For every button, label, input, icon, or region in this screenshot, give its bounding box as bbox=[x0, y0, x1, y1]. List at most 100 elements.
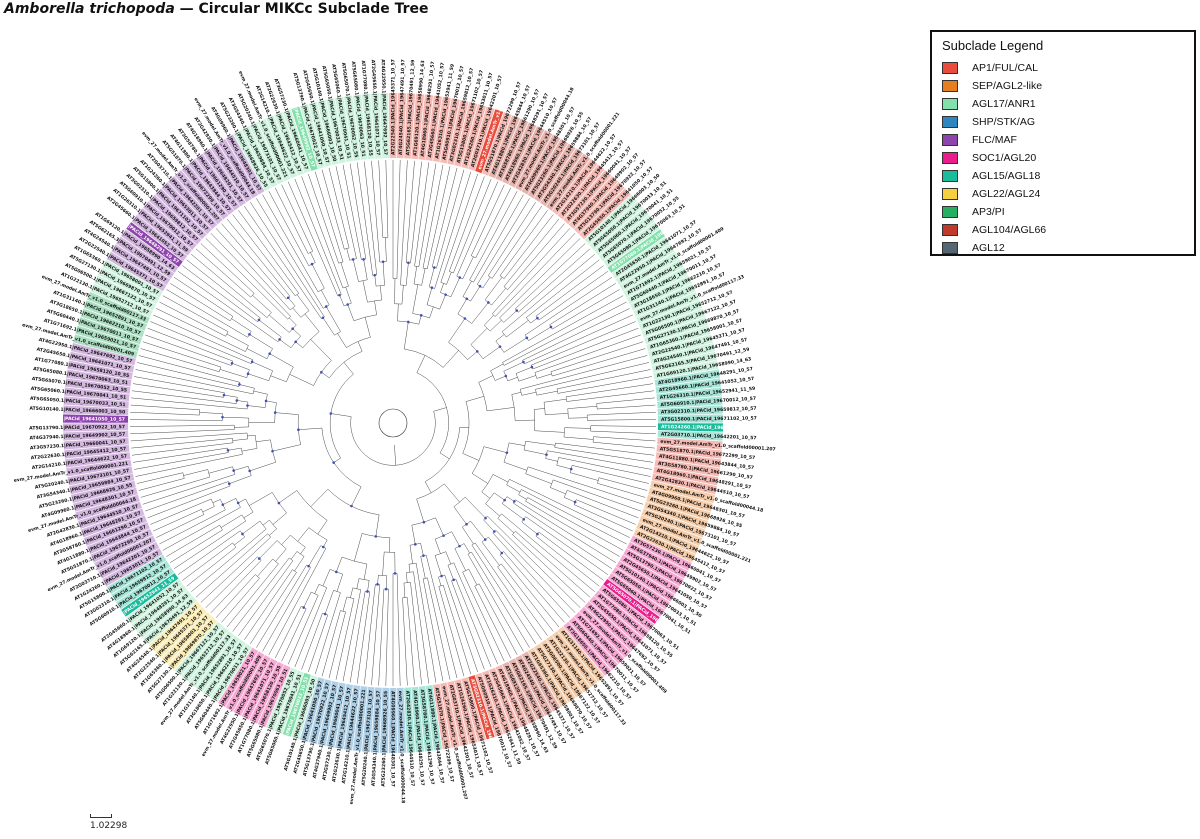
branch bbox=[170, 529, 223, 563]
branch bbox=[288, 595, 319, 665]
node-support-dot bbox=[545, 453, 548, 456]
branch bbox=[166, 289, 248, 338]
branch bbox=[499, 210, 548, 276]
branch bbox=[130, 419, 223, 421]
branch bbox=[362, 280, 368, 303]
node-support-dot bbox=[335, 570, 338, 574]
branch bbox=[520, 355, 648, 390]
branch bbox=[547, 450, 652, 470]
legend-label: SEP/AGL2-like bbox=[972, 80, 1043, 92]
branch bbox=[553, 479, 641, 512]
branch bbox=[439, 452, 450, 460]
branch bbox=[511, 392, 522, 395]
branch bbox=[471, 544, 536, 645]
branch bbox=[210, 560, 262, 613]
branch bbox=[266, 400, 277, 403]
branch bbox=[156, 308, 246, 352]
branch bbox=[509, 479, 630, 538]
branch bbox=[465, 396, 485, 402]
branch bbox=[536, 390, 558, 396]
node-support-dot bbox=[222, 393, 226, 397]
branch bbox=[552, 348, 646, 377]
branch-arc bbox=[329, 373, 354, 459]
branch bbox=[418, 315, 422, 325]
branch bbox=[564, 427, 591, 429]
branch bbox=[150, 321, 252, 364]
branch bbox=[159, 301, 226, 337]
legend-label: AGL22/AGL24 bbox=[972, 188, 1041, 200]
branch bbox=[411, 525, 416, 545]
node-support-dot bbox=[257, 557, 261, 560]
branch bbox=[545, 458, 558, 462]
branch bbox=[241, 448, 258, 452]
branch bbox=[453, 506, 467, 525]
branch bbox=[501, 563, 554, 632]
node-support-dot bbox=[297, 428, 300, 432]
branch bbox=[166, 525, 220, 557]
branch bbox=[130, 429, 235, 434]
legend-item: SHP/STK/AG bbox=[942, 114, 1035, 130]
branch bbox=[301, 176, 344, 289]
node-support-dot bbox=[350, 504, 353, 508]
legend-label: AP3/PI bbox=[972, 206, 1005, 218]
branch bbox=[290, 551, 298, 560]
node-support-dot bbox=[338, 293, 341, 297]
branch bbox=[503, 218, 560, 287]
branch bbox=[425, 554, 458, 679]
branch bbox=[156, 514, 205, 538]
branch bbox=[340, 262, 349, 287]
branch bbox=[515, 366, 533, 374]
branch bbox=[527, 466, 644, 505]
branch bbox=[289, 374, 314, 386]
legend-item: AGL15/AGL18 bbox=[942, 168, 1040, 184]
branch bbox=[363, 564, 368, 580]
branch bbox=[256, 198, 324, 309]
node-support-dot bbox=[493, 530, 496, 533]
branch bbox=[308, 545, 321, 567]
branch bbox=[342, 596, 348, 612]
branch bbox=[382, 261, 385, 286]
branch bbox=[413, 571, 430, 684]
branch bbox=[275, 187, 309, 254]
branch bbox=[137, 472, 183, 484]
node-support-dot bbox=[248, 333, 251, 336]
branch bbox=[507, 377, 518, 382]
legend-item: AGL17/ANR1 bbox=[942, 96, 1036, 112]
branch bbox=[247, 373, 269, 381]
node-support-dot bbox=[291, 327, 294, 330]
node-support-dot bbox=[324, 305, 328, 308]
node-support-dot bbox=[530, 365, 534, 369]
node-support-dot bbox=[278, 338, 281, 341]
branch bbox=[470, 520, 486, 540]
branch bbox=[487, 201, 536, 276]
branch bbox=[342, 164, 362, 260]
branch bbox=[431, 167, 458, 268]
root-circle bbox=[378, 408, 408, 438]
legend-label: AGL104/AGL66 bbox=[972, 224, 1047, 236]
branch bbox=[278, 490, 297, 504]
branch bbox=[234, 536, 245, 546]
branch bbox=[343, 362, 354, 375]
branch bbox=[275, 606, 302, 659]
branch bbox=[486, 407, 515, 412]
branch bbox=[394, 444, 396, 466]
branch bbox=[405, 160, 415, 263]
branch bbox=[597, 404, 656, 410]
legend-item: AGL12 bbox=[942, 240, 1005, 256]
branch bbox=[236, 400, 249, 403]
branch bbox=[508, 442, 525, 446]
node-support-dot bbox=[374, 535, 378, 538]
node-support-dot bbox=[277, 501, 281, 505]
branch bbox=[215, 228, 291, 311]
branch bbox=[471, 473, 488, 484]
branch bbox=[272, 512, 287, 525]
branch bbox=[352, 259, 359, 282]
node-support-dot bbox=[373, 273, 377, 277]
branch bbox=[252, 361, 273, 371]
branch bbox=[463, 543, 470, 554]
branch bbox=[435, 517, 444, 536]
branch bbox=[470, 184, 505, 256]
branch bbox=[130, 404, 200, 411]
branch bbox=[336, 574, 343, 592]
branch bbox=[324, 590, 334, 615]
